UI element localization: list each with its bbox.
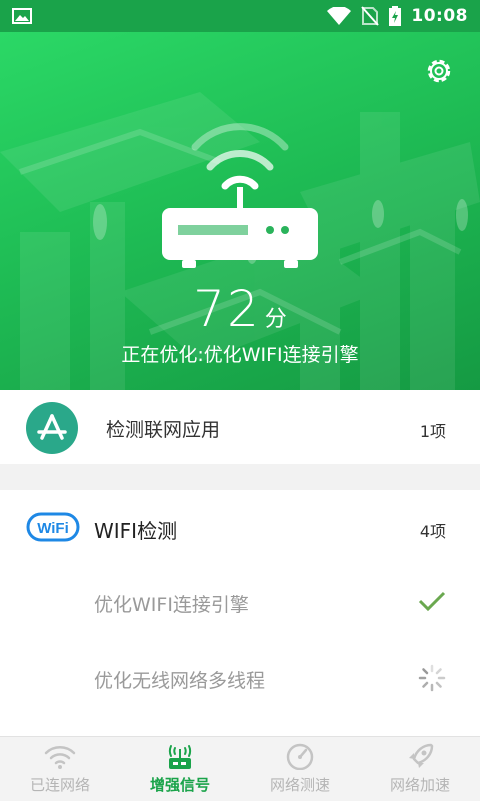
score-value: 72 [193, 280, 261, 338]
tab-boost-signal[interactable]: 增强信号 [120, 737, 240, 801]
wifi-check-count: 4项 [419, 522, 446, 541]
tab-speed-test[interactable]: 网络测速 [240, 737, 360, 801]
score-unit: 分 [264, 307, 287, 332]
tab-label: 已连网络 [29, 776, 90, 794]
battery-charging-icon [389, 6, 402, 26]
wifi-logo-icon: WiFi [26, 512, 80, 542]
tab-network-boost[interactable]: 网络加速 [360, 737, 480, 801]
wifi-signal-icon [327, 7, 352, 25]
tab-connected-network[interactable]: 已连网络 [0, 737, 120, 801]
app-check-title: 检测联网应用 [106, 419, 221, 441]
score-display: 72 分 [0, 280, 480, 338]
rocket-icon [409, 743, 434, 768]
no-sim-icon [361, 6, 380, 26]
optimization-status: 正在优化:优化WIFI连接引擎 [121, 344, 359, 366]
svg-text:WiFi: WiFi [37, 520, 69, 537]
bottom-tab-bar: 已连网络 增强信号 网络测速 网络加速 [0, 736, 480, 801]
loading-spinner-icon [418, 664, 446, 692]
tab-label: 增强信号 [149, 776, 210, 794]
wifi-item-multithread-label: 优化无线网络多线程 [94, 670, 266, 692]
router-icon [162, 123, 318, 268]
tab-label: 网络加速 [389, 776, 450, 794]
tab-label: 网络测速 [269, 776, 330, 794]
app-check-count: 1项 [419, 422, 446, 441]
speedometer-icon [286, 743, 314, 770]
app-store-icon [26, 402, 78, 454]
check-icon [418, 591, 446, 612]
app-check-row[interactable]: 检测联网应用 1项 [0, 390, 480, 464]
wifi-check-title: WIFI检测 [94, 519, 178, 543]
hero-banner: 72 分 正在优化:优化WIFI连接引擎 [0, 32, 480, 390]
wifi-icon [44, 746, 76, 769]
image-notification-icon [12, 8, 32, 24]
clock: 10:08 [411, 6, 468, 26]
router-signal-icon [168, 745, 192, 769]
wifi-check-section: WiFi WIFI检测 4项 优化WIFI连接引擎 优化无线网络多线程 [0, 490, 480, 736]
wifi-item-engine-label: 优化WIFI连接引擎 [94, 594, 249, 616]
status-bar: 10:08 [0, 0, 480, 32]
settings-gear-icon[interactable] [424, 56, 454, 86]
